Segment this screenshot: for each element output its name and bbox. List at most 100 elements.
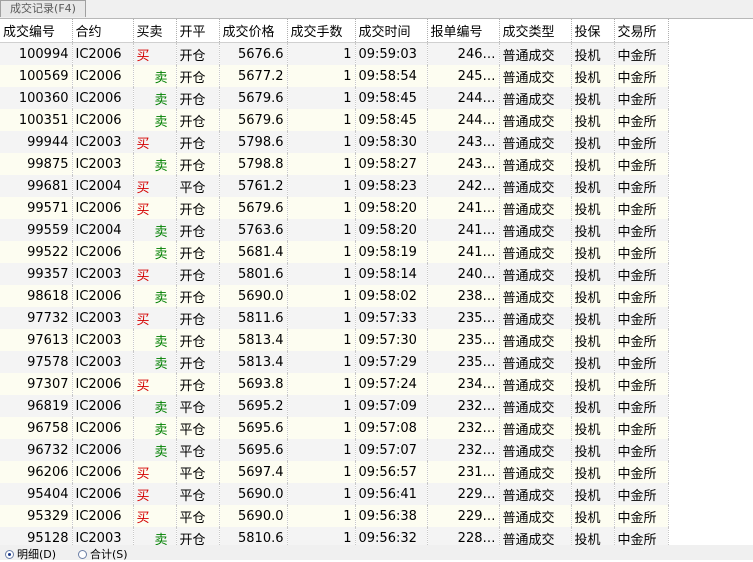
tab-bar: 成交记录(F4)	[0, 0, 753, 19]
table-row[interactable]: 100569 IC2006 卖开仓 5677.2 1 09:58:54 245… 普通成交 投机…	[0, 65, 669, 87]
col-price-cell: 5690.0	[219, 505, 288, 527]
col-volume-cell: 1	[287, 241, 356, 263]
table-row[interactable]: 99357 IC2003 买开仓 5801.6 1 09:58:14 240… 普通成交 投机中…	[0, 263, 669, 285]
col-hedge-cell: 投机	[571, 527, 615, 545]
col-side-cell: 卖	[133, 109, 177, 131]
col-volume-cell: 1	[287, 65, 356, 87]
col-hedge-cell: 投机	[571, 461, 615, 483]
col-time-cell: 09:57:08	[355, 417, 428, 439]
table-row[interactable]: 99559 IC2004 卖开仓 5763.6 1 09:58:20 241… 普通成交 投机中…	[0, 219, 669, 241]
detail-radio-button[interactable]	[5, 550, 14, 559]
col-time-cell: 09:57:30	[355, 329, 428, 351]
col-trade-id-cell: 95404	[0, 483, 73, 505]
col-volume-cell: 1	[287, 395, 356, 417]
col-side-cell: 卖	[133, 241, 177, 263]
col-hedge-header[interactable]: 投保	[571, 19, 615, 43]
table-row[interactable]: 96819 IC2006 卖平仓 5695.2 1 09:57:09 232… 普通成交 投机中…	[0, 395, 669, 417]
col-side-cell: 买	[133, 505, 177, 527]
col-trade-id-cell: 95329	[0, 505, 73, 527]
col-side-cell: 卖	[133, 351, 177, 373]
col-volume-cell: 1	[287, 87, 356, 109]
col-open-close-cell: 开仓	[176, 329, 220, 351]
col-volume-cell: 1	[287, 219, 356, 241]
col-trade-type-cell: 普通成交	[499, 219, 572, 241]
table-row[interactable]: 99681 IC2004 买平仓 5761.2 1 09:58:23 242… 普通成交 投机中…	[0, 175, 669, 197]
col-exchange-cell: 中金所	[614, 131, 669, 153]
table-row[interactable]: 97732 IC2003 买开仓 5811.6 1 09:57:33 235… 普通成交 投机中…	[0, 307, 669, 329]
table-row[interactable]: 100360 IC2006 卖开仓 5679.6 1 09:58:45 244… 普通成交 投机…	[0, 87, 669, 109]
col-volume-cell: 1	[287, 505, 356, 527]
table-row[interactable]: 96758 IC2006 卖平仓 5695.6 1 09:57:08 232… 普通成交 投机中…	[0, 417, 669, 439]
table-row[interactable]: 100994 IC2006 买开仓 5676.6 1 09:59:03 246… 普通成交 投机…	[0, 42, 669, 65]
col-time-cell: 09:57:07	[355, 439, 428, 461]
col-order-id-cell: 246…	[427, 42, 500, 65]
col-trade-id-cell: 99559	[0, 219, 73, 241]
col-trade-id-cell: 99522	[0, 241, 73, 263]
col-volume-cell: 1	[287, 439, 356, 461]
col-trade-type-header[interactable]: 成交类型	[499, 19, 572, 43]
table-row[interactable]: 98618 IC2006 卖开仓 5690.0 1 09:58:02 238… 普通成交 投机中…	[0, 285, 669, 307]
col-exchange-cell: 中金所	[614, 329, 669, 351]
col-open-close-cell: 平仓	[176, 483, 220, 505]
col-trade-type-cell: 普通成交	[499, 417, 572, 439]
col-price-cell: 5695.2	[219, 395, 288, 417]
col-hedge-cell: 投机	[571, 241, 615, 263]
col-price-cell: 5813.4	[219, 351, 288, 373]
col-trade-id-header[interactable]: 成交编号	[0, 19, 73, 43]
table-row[interactable]: 99522 IC2006 卖开仓 5681.4 1 09:58:19 241… 普通成交 投机中…	[0, 241, 669, 263]
col-trade-type-cell: 普通成交	[499, 131, 572, 153]
col-order-id-cell: 235…	[427, 351, 500, 373]
col-price-cell: 5693.8	[219, 373, 288, 395]
col-open-close-cell: 开仓	[176, 263, 220, 285]
col-contract-cell: IC2006	[72, 65, 134, 87]
table-row[interactable]: 95404 IC2006 买平仓 5690.0 1 09:56:41 229… 普通成交 投机中…	[0, 483, 669, 505]
total-radio-button[interactable]	[78, 550, 87, 559]
col-exchange-cell: 中金所	[614, 175, 669, 197]
col-volume-header[interactable]: 成交手数	[287, 19, 356, 43]
col-exchange-cell: 中金所	[614, 351, 669, 373]
table-row[interactable]: 97613 IC2003 卖开仓 5813.4 1 09:57:30 235… 普通成交 投机中…	[0, 329, 669, 351]
col-open-close-cell: 开仓	[176, 65, 220, 87]
col-volume-cell: 1	[287, 197, 356, 219]
col-price-header[interactable]: 成交价格	[219, 19, 288, 43]
col-volume-cell: 1	[287, 285, 356, 307]
table-row[interactable]: 99571 IC2006 买开仓 5679.6 1 09:58:20 241… 普通成交 投机中…	[0, 197, 669, 219]
col-contract-header[interactable]: 合约	[72, 19, 134, 43]
col-exchange-cell: 中金所	[614, 373, 669, 395]
col-trade-id-cell: 100351	[0, 109, 73, 131]
col-open-close-cell: 平仓	[176, 505, 220, 527]
col-exchange-header[interactable]: 交易所	[614, 19, 669, 43]
col-trade-type-cell: 普通成交	[499, 527, 572, 545]
col-hedge-cell: 投机	[571, 197, 615, 219]
col-price-cell: 5798.6	[219, 131, 288, 153]
col-trade-id-cell: 96732	[0, 439, 73, 461]
table-row[interactable]: 100351 IC2006 卖开仓 5679.6 1 09:58:45 244… 普通成交 投机…	[0, 109, 669, 131]
table-row[interactable]: 96206 IC2006 买平仓 5697.4 1 09:56:57 231… 普通成交 投机中…	[0, 461, 669, 483]
col-hedge-cell: 投机	[571, 219, 615, 241]
col-open-close-cell: 开仓	[176, 241, 220, 263]
col-volume-cell: 1	[287, 329, 356, 351]
col-trade-id-cell: 99875	[0, 153, 73, 175]
table-row[interactable]: 99944 IC2003 买开仓 5798.6 1 09:58:30 243… 普通成交 投机中…	[0, 131, 669, 153]
col-order-id-header[interactable]: 报单编号	[427, 19, 500, 43]
col-volume-cell: 1	[287, 131, 356, 153]
table-row[interactable]: 97578 IC2003 卖开仓 5813.4 1 09:57:29 235… 普通成交 投机中…	[0, 351, 669, 373]
table-row[interactable]: 95128 IC2003 卖开仓 5810.6 1 09:56:32 228… 普通成交 投机中…	[0, 527, 669, 545]
col-exchange-cell: 中金所	[614, 241, 669, 263]
col-trade-type-cell: 普通成交	[499, 241, 572, 263]
col-trade-type-cell: 普通成交	[499, 373, 572, 395]
col-trade-id-cell: 98618	[0, 285, 73, 307]
tab-trade-records[interactable]: 成交记录(F4)	[0, 0, 86, 17]
col-contract-cell: IC2003	[72, 527, 134, 545]
table-row[interactable]: 99875 IC2003 卖开仓 5798.8 1 09:58:27 243… 普通成交 投机中…	[0, 153, 669, 175]
col-time-header[interactable]: 成交时间	[355, 19, 428, 43]
table-row[interactable]: 97307 IC2006 买开仓 5693.8 1 09:57:24 234… 普通成交 投机中…	[0, 373, 669, 395]
col-open-close-header[interactable]: 开平	[176, 19, 220, 43]
col-contract-cell: IC2003	[72, 131, 134, 153]
col-side-header[interactable]: 买卖	[133, 19, 177, 43]
col-side-cell: 买	[133, 175, 177, 197]
col-contract-cell: IC2006	[72, 505, 134, 527]
table-row[interactable]: 96732 IC2006 卖平仓 5695.6 1 09:57:07 232… 普通成交 投机中…	[0, 439, 669, 461]
col-order-id-cell: 229…	[427, 483, 500, 505]
table-row[interactable]: 95329 IC2006 买平仓 5690.0 1 09:56:38 229… 普通成交 投机中…	[0, 505, 669, 527]
